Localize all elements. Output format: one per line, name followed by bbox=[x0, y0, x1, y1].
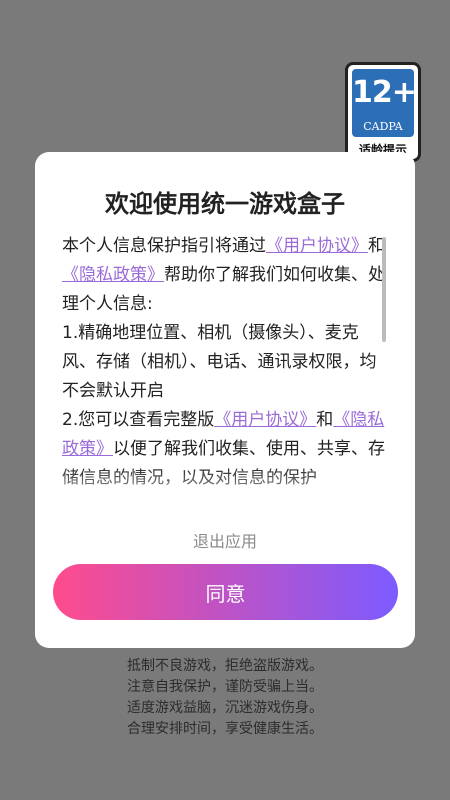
scrollbar[interactable] bbox=[382, 237, 386, 342]
intro-paragraph: 本个人信息保护指引将通过《用户协议》和《隐私政策》帮助你了解我们如何收集、处理个… bbox=[62, 232, 392, 319]
age-rating-badge: 12+ CADPA 适龄提示 bbox=[345, 62, 421, 162]
dialog-body[interactable]: 本个人信息保护指引将通过《用户协议》和《隐私政策》帮助你了解我们如何收集、处理个… bbox=[62, 232, 392, 514]
agree-button[interactable]: 同意 bbox=[53, 564, 398, 620]
dialog-title: 欢迎使用统一游戏盒子 bbox=[105, 190, 345, 218]
permissions-paragraph: 1.精确地理位置、相机（摄像头）、麦克风、存储（相机）、电话、通讯录权限，均不会… bbox=[62, 323, 377, 401]
healthy-gaming-notice: 抵制不良游戏，拒绝盗版游戏。 注意自我保护，谨防受骗上当。 适度游戏益脑，沉迷游… bbox=[0, 656, 450, 740]
privacy-dialog: 欢迎使用统一游戏盒子 本个人信息保护指引将通过《用户协议》和《隐私政策》帮助你了… bbox=[35, 152, 415, 648]
notice-line: 抵制不良游戏，拒绝盗版游戏。 bbox=[127, 658, 323, 674]
age-rating-panel: 12+ CADPA bbox=[352, 69, 417, 137]
notice-line: 注意自我保护，谨防受骗上当。 bbox=[127, 679, 323, 695]
user-agreement-link-2[interactable]: 《用户协议》 bbox=[214, 410, 316, 430]
user-agreement-link[interactable]: 《用户协议》 bbox=[266, 236, 368, 256]
notice-line: 合理安排时间，享受健康生活。 bbox=[127, 721, 323, 737]
notice-line: 适度游戏益脑，沉迷游戏伤身。 bbox=[127, 700, 323, 716]
privacy-policy-link[interactable]: 《隐私政策》 bbox=[62, 265, 164, 285]
full-version-text: 2.您可以查看完整版 bbox=[62, 410, 215, 430]
intro-text: 本个人信息保护指引将通过 bbox=[62, 236, 266, 256]
full-version-paragraph: 2.您可以查看完整版《用户协议》和《隐私政策》以便了解我们收集、使用、共享、存储… bbox=[62, 406, 392, 493]
exit-app-button[interactable]: 退出应用 bbox=[35, 528, 415, 552]
age-rating-org: CADPA bbox=[363, 120, 403, 133]
age-rating-number: 12+ bbox=[352, 75, 417, 110]
and-text-2: 和 bbox=[316, 410, 334, 430]
